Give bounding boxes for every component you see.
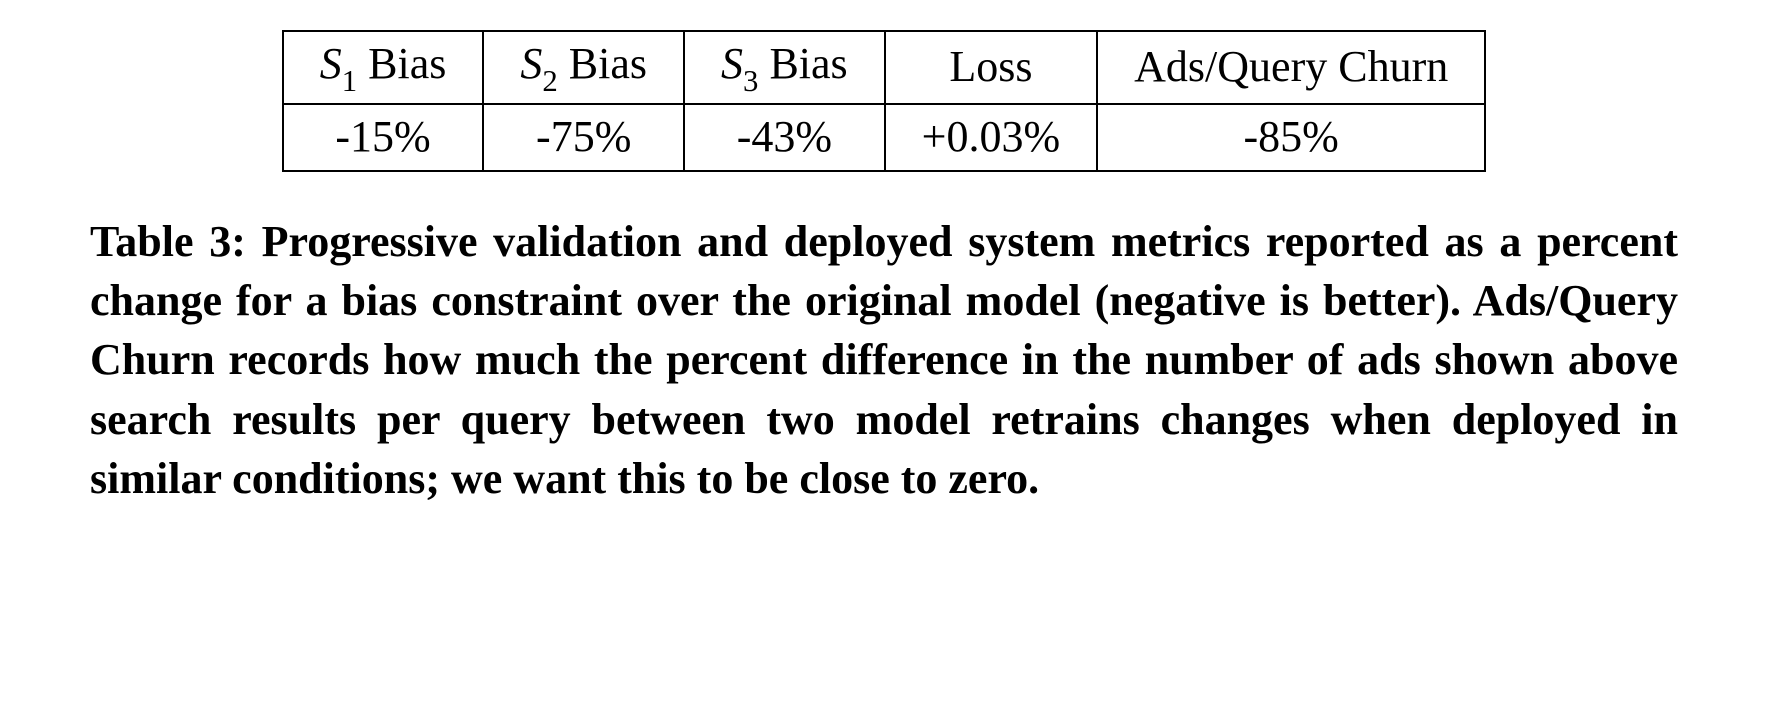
- cell-loss: +0.03%: [885, 104, 1097, 171]
- table-row: -15% -75% -43% +0.03% -85%: [283, 104, 1485, 171]
- col-header-s3-bias: S3 Bias: [684, 31, 885, 104]
- header-suffix: Bias: [558, 39, 647, 88]
- col-header-s2-bias: S2 Bias: [483, 31, 684, 104]
- header-sub: 1: [342, 64, 357, 98]
- col-header-loss: Loss: [885, 31, 1097, 104]
- caption-label: Table 3:: [90, 217, 246, 266]
- header-sub: 3: [743, 64, 758, 98]
- table-header-row: S1 Bias S2 Bias S3 Bias Loss Ads/Query C…: [283, 31, 1485, 104]
- page-container: S1 Bias S2 Bias S3 Bias Loss Ads/Query C…: [0, 0, 1768, 549]
- cell-s3-bias: -43%: [684, 104, 885, 171]
- header-var: S: [320, 39, 342, 88]
- table-caption: Table 3: Progressive validation and depl…: [90, 212, 1678, 509]
- cell-ads-query-churn: -85%: [1097, 104, 1485, 171]
- header-sub: 2: [542, 64, 557, 98]
- header-var: S: [721, 39, 743, 88]
- metrics-table: S1 Bias S2 Bias S3 Bias Loss Ads/Query C…: [282, 30, 1486, 172]
- cell-s1-bias: -15%: [283, 104, 484, 171]
- col-header-s1-bias: S1 Bias: [283, 31, 484, 104]
- caption-text: Progressive validation and deployed syst…: [90, 217, 1678, 504]
- cell-s2-bias: -75%: [483, 104, 684, 171]
- header-suffix: Bias: [758, 39, 847, 88]
- header-var: S: [520, 39, 542, 88]
- col-header-ads-query-churn: Ads/Query Churn: [1097, 31, 1485, 104]
- header-suffix: Bias: [357, 39, 446, 88]
